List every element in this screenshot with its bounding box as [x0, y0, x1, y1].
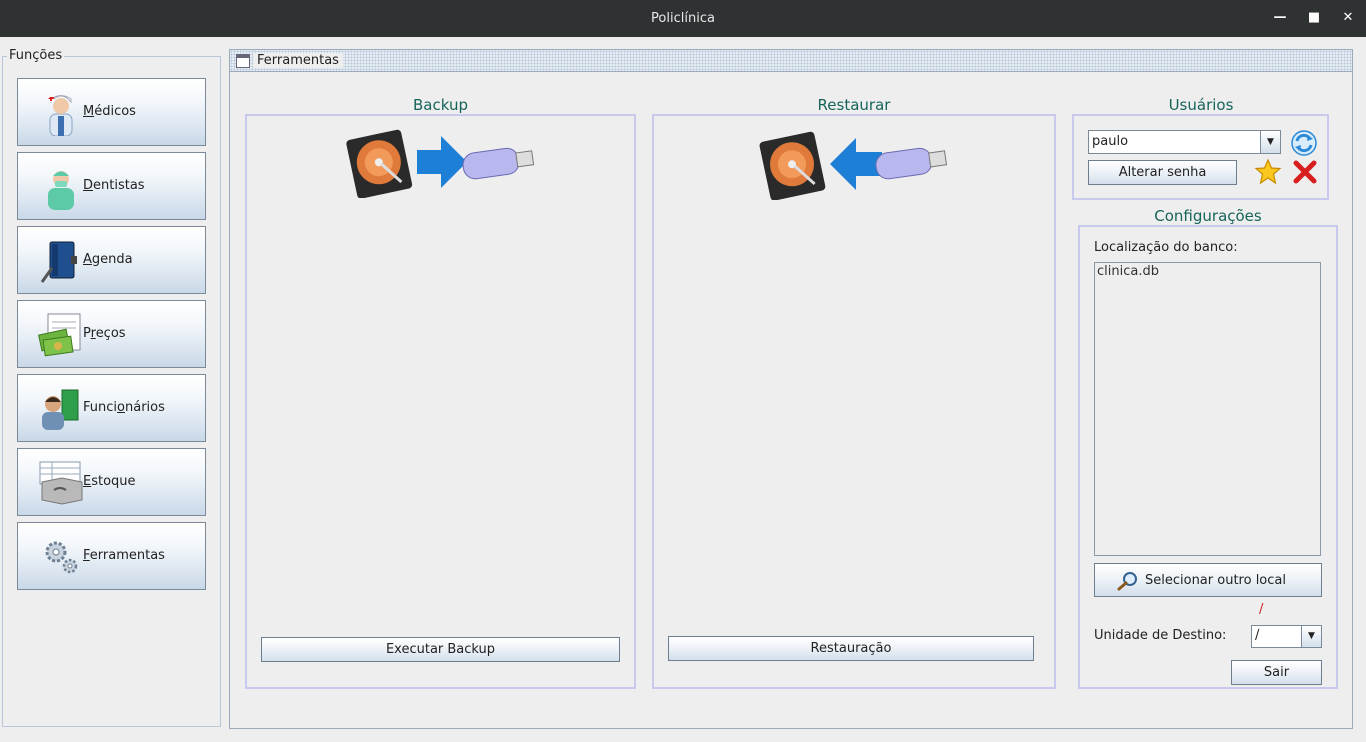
star-icon[interactable] [1254, 158, 1282, 186]
gears-icon [45, 541, 78, 574]
restore-button[interactable]: Restauração [668, 636, 1034, 661]
maximize-icon[interactable]: ■ [1304, 8, 1324, 28]
restore-panel [652, 114, 1056, 689]
medicos-button[interactable]: Médicos [17, 78, 206, 146]
agenda-book-icon [40, 241, 77, 283]
destination-select[interactable]: / ▼ [1251, 625, 1322, 648]
frame-window-icon [236, 54, 250, 68]
config-title: Configurações [1154, 207, 1262, 225]
backup-title: Backup [413, 96, 468, 114]
funcionarios-button[interactable]: Funcionários [17, 374, 206, 442]
delete-icon[interactable] [1292, 159, 1318, 185]
doctor-icon [48, 95, 73, 136]
medicos-label: Médicos [83, 104, 136, 119]
minimize-icon[interactable]: — [1270, 8, 1290, 28]
window-title: Policlínica [651, 11, 715, 26]
estoque-label: Estoque [83, 474, 136, 489]
functions-legend: Funções [7, 48, 65, 63]
refresh-icon[interactable] [1290, 129, 1318, 157]
select-location-button[interactable]: Selecionar outro local [1094, 563, 1322, 597]
frame-title: Ferramentas [253, 53, 343, 68]
restore-illustration-icon [759, 131, 948, 200]
destination-label: Unidade de Destino: [1094, 628, 1227, 643]
db-location-label: Localização do banco: [1094, 240, 1238, 255]
funcionarios-label: Funcionários [83, 400, 165, 415]
restore-title: Restaurar [817, 96, 891, 114]
change-password-button[interactable]: Alterar senha [1088, 160, 1237, 185]
estoque-button[interactable]: Estoque [17, 448, 206, 516]
dentistas-label: Dentistas [83, 178, 145, 193]
backup-panel [245, 114, 636, 689]
users-panel [1072, 114, 1329, 200]
precos-label: Preços [83, 326, 126, 341]
user-select[interactable]: paulo ▼ [1088, 130, 1281, 154]
db-location-textarea[interactable]: clinica.db [1094, 262, 1321, 556]
db-location-value: clinica.db [1097, 264, 1159, 279]
frame-titlebar[interactable]: Ferramentas [230, 50, 1352, 72]
dentistas-button[interactable]: Dentistas [17, 152, 206, 220]
agenda-label: Agenda [83, 252, 133, 267]
stock-box-icon [39, 461, 83, 505]
ferramentas-label: Ferramentas [83, 548, 165, 563]
employees-icon [42, 389, 79, 430]
user-select-value: paulo [1092, 134, 1129, 149]
close-icon[interactable]: ✕ [1338, 8, 1358, 28]
magnifier-icon [1117, 572, 1137, 591]
chevron-down-icon[interactable]: ▼ [1301, 626, 1321, 647]
exit-button[interactable]: Sair [1231, 660, 1322, 685]
window-titlebar: Policlínica — ■ ✕ [0, 0, 1366, 37]
dentist-icon [48, 171, 74, 210]
precos-button[interactable]: Preços [17, 300, 206, 368]
select-location-label: Selecionar outro local [1145, 573, 1286, 588]
destination-value: / [1255, 628, 1260, 643]
execute-backup-button[interactable]: Executar Backup [261, 637, 620, 662]
path-marker: / [1259, 602, 1264, 617]
chevron-down-icon[interactable]: ▼ [1260, 131, 1280, 153]
ferramentas-button[interactable]: Ferramentas [17, 522, 206, 590]
money-icon [38, 313, 81, 357]
users-title: Usuários [1168, 96, 1234, 114]
backup-illustration-icon [346, 129, 535, 198]
agenda-button[interactable]: Agenda [17, 226, 206, 294]
